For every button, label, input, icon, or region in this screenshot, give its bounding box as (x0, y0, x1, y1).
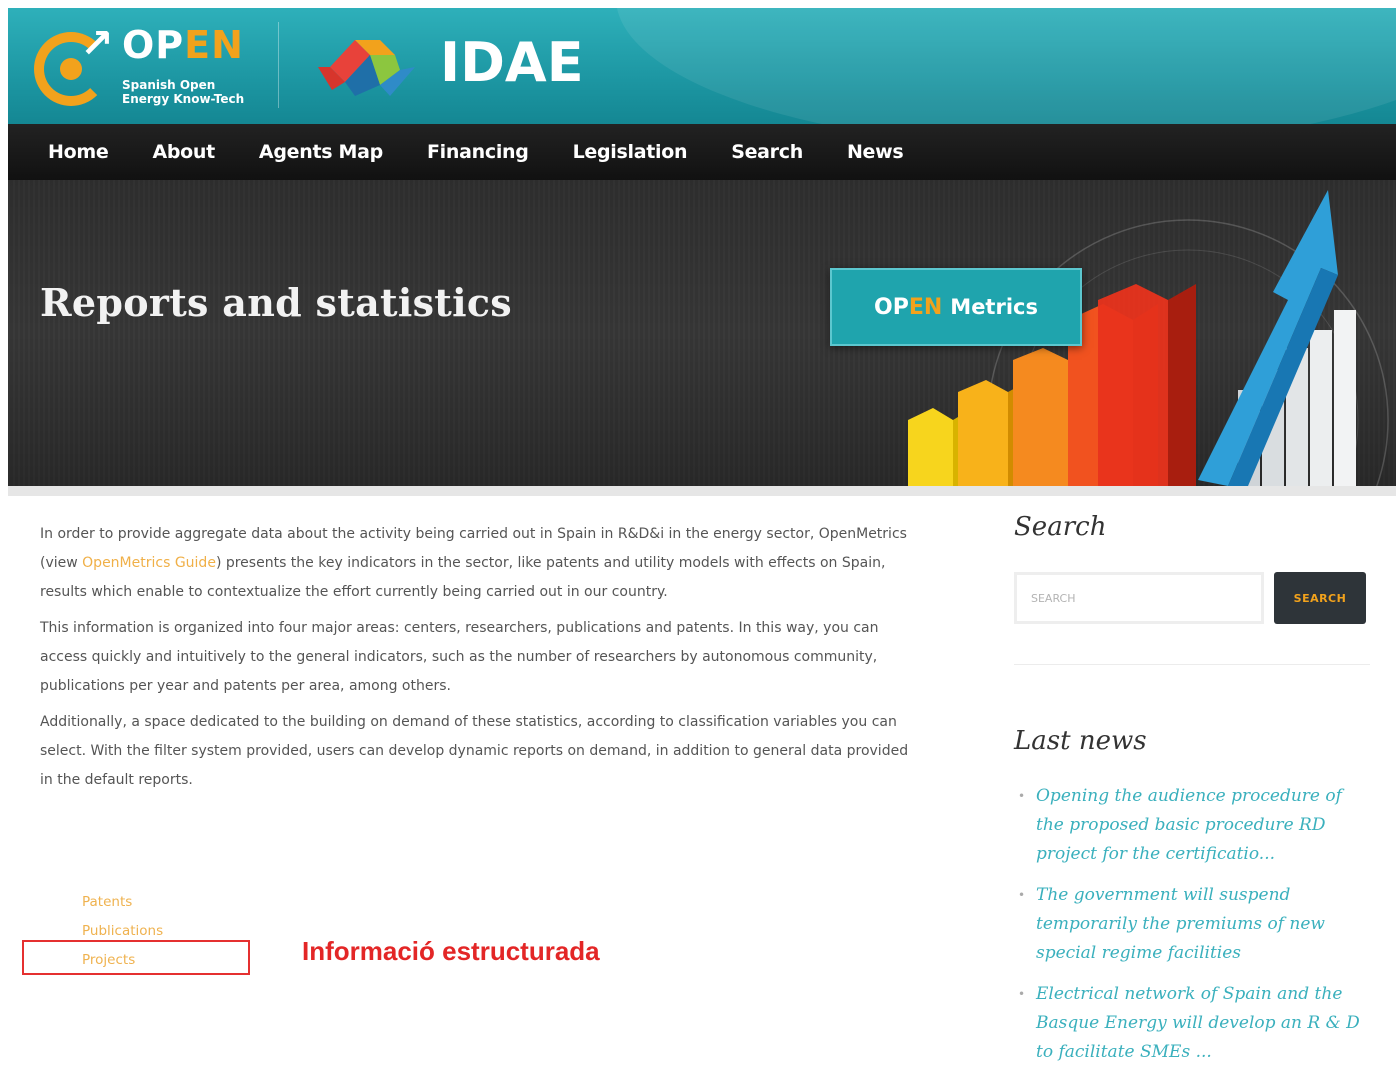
site-header: ↗ OPEN Spanish Open Energy Know-Tech IDA… (8, 8, 1396, 124)
news-item[interactable]: Opening the audience procedure of the pr… (1014, 782, 1374, 869)
patents-link[interactable]: Patents (82, 888, 163, 917)
search-form: SEARCH (1014, 572, 1370, 624)
intro-paragraph: In order to provide aggregate data about… (40, 520, 920, 607)
main-nav: Home About Agents Map Financing Legislat… (8, 124, 1396, 180)
news-list: Opening the audience procedure of the pr… (1014, 782, 1374, 1079)
nav-agents-map[interactable]: Agents Map (259, 141, 383, 163)
annotation-label: Informació estructurada (302, 936, 600, 966)
open-logo-word: OPEN (122, 23, 244, 67)
nav-news[interactable]: News (847, 141, 904, 163)
sidebar-separator (1014, 664, 1370, 665)
open-logo[interactable]: ↗ OPEN Spanish Open Energy Know-Tech (30, 18, 270, 118)
openmetrics-badge: OP EN Metrics (830, 268, 1082, 346)
hero-banner: Reports and statistics OP EN Metrics (8, 180, 1396, 486)
search-heading: Search (1014, 512, 1107, 542)
page-title: Reports and statistics (40, 280, 512, 325)
open-logo-dot (60, 58, 82, 80)
banner-bottom-strip (8, 486, 1396, 496)
areas-paragraph: This information is organized into four … (40, 620, 879, 694)
openmetrics-guide-link[interactable]: OpenMetrics Guide (82, 555, 216, 571)
open-logo-subtitle: Spanish Open Energy Know-Tech (122, 78, 245, 106)
news-item[interactable]: Electrical network of Spain and the Basq… (1014, 980, 1374, 1067)
on-demand-paragraph: Additionally, a space dedicated to the b… (40, 714, 909, 788)
arrow-icon: ↗ (80, 21, 114, 67)
nav-home[interactable]: Home (48, 141, 109, 163)
nav-financing[interactable]: Financing (427, 141, 529, 163)
last-news-heading: Last news (1014, 726, 1147, 756)
main-content: In order to provide aggregate data about… (40, 520, 920, 802)
news-item[interactable]: The government will suspend temporarily … (1014, 881, 1374, 968)
logo-divider (278, 22, 279, 108)
nav-about[interactable]: About (152, 141, 215, 163)
idae-logo[interactable]: IDAE (304, 24, 584, 114)
sidebar: Search SEARCH Last news Opening the audi… (1014, 512, 1374, 1062)
header-swoosh (616, 8, 1396, 124)
search-button[interactable]: SEARCH (1274, 572, 1366, 624)
projects-highlight-box (22, 940, 250, 975)
search-input[interactable] (1014, 572, 1264, 624)
idae-knot-icon (318, 40, 415, 96)
idae-logo-word: IDAE (440, 31, 584, 94)
nav-search[interactable]: Search (731, 141, 803, 163)
nav-legislation[interactable]: Legislation (573, 141, 688, 163)
